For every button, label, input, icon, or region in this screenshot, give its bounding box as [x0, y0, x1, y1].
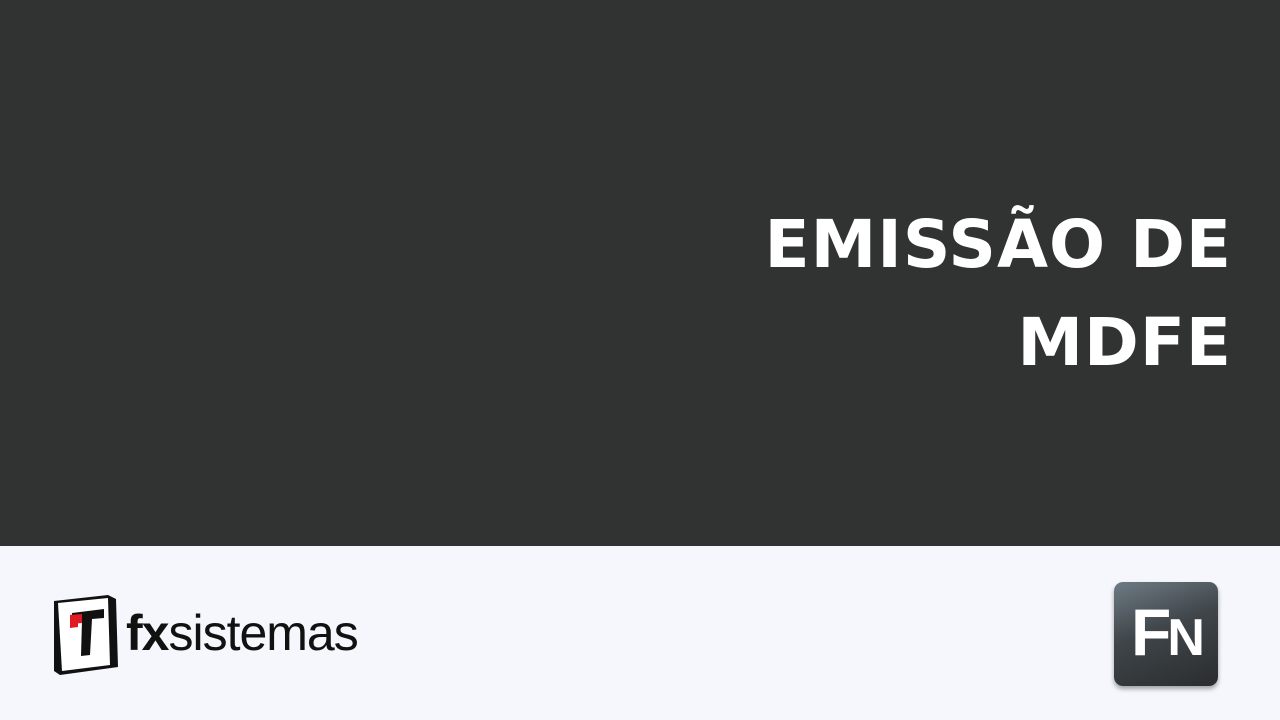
page-title-line-1: EMISSÃO DE	[764, 206, 1232, 283]
brand-name-bold: fx	[126, 605, 169, 661]
app-icon-letters: FN	[1114, 592, 1218, 678]
page-title: EMISSÃO DE MDFE	[612, 196, 1232, 392]
fn-app-icon: FN	[1114, 582, 1218, 686]
brand-name-light: sistemas	[168, 605, 358, 661]
fx-sistemas-logo-icon	[54, 595, 118, 675]
footer-bar: fxsistemas FN	[0, 546, 1280, 720]
hero-banner: EMISSÃO DE MDFE	[0, 0, 1280, 546]
app-icon-letter-f: F	[1131, 595, 1171, 669]
app-icon-letter-n: N	[1167, 609, 1205, 667]
slide: EMISSÃO DE MDFE fxsistemas FN	[0, 0, 1280, 720]
page-title-line-2: MDFE	[1017, 304, 1232, 381]
brand-name: fxsistemas	[126, 605, 359, 661]
